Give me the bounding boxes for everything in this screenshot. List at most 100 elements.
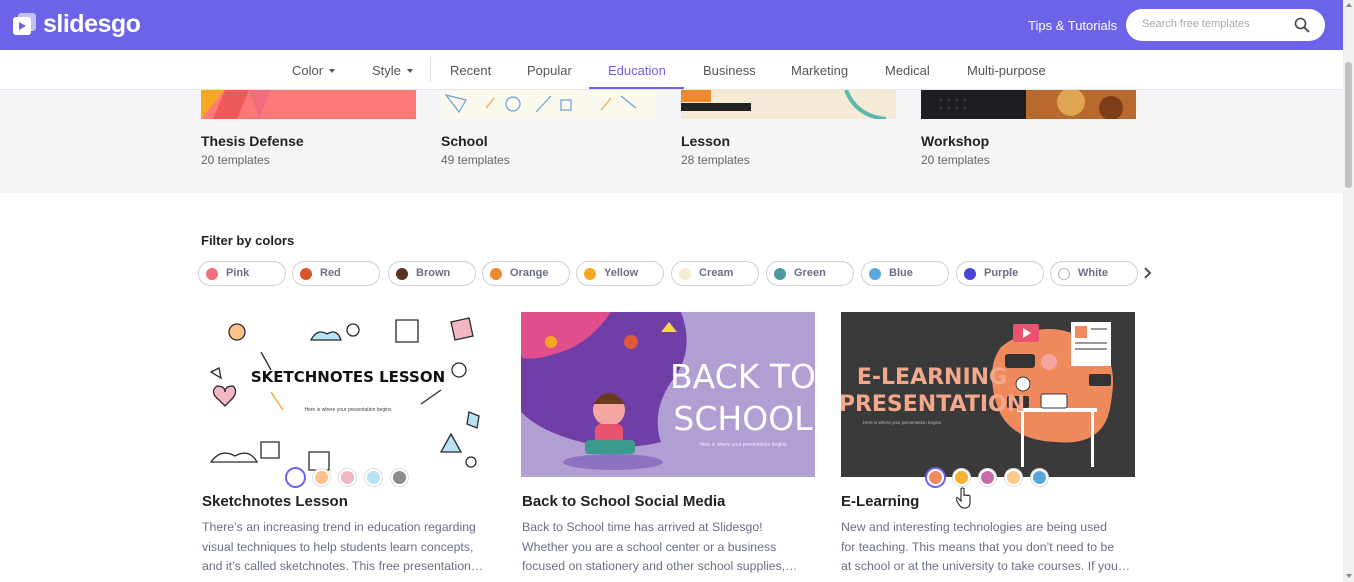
color-chip-label: Cream	[699, 267, 734, 279]
template-card-sketchnotes[interactable]: SKETCHNOTES LESSON Here is where your pr…	[201, 312, 495, 477]
tab-popular[interactable]: Popular	[527, 63, 572, 78]
color-dot	[396, 268, 408, 280]
color-dropdown[interactable]: Color	[292, 63, 336, 78]
color-chip-purple[interactable]: Purple	[956, 261, 1044, 286]
category-thumbnail	[441, 90, 656, 119]
template-thumbnail[interactable]: E-LEARNING PRESENTATION Here is where yo…	[841, 312, 1135, 477]
color-dot	[584, 268, 596, 280]
template-color-swatches-e-learning	[927, 469, 1048, 486]
category-card-workshop[interactable]: Workshop 20 templates	[921, 90, 1136, 167]
color-chip-cream[interactable]: Cream	[671, 261, 759, 286]
color-dropdown-label: Color	[292, 63, 324, 78]
template-thumbnail[interactable]: SKETCHNOTES LESSON Here is where your pr…	[201, 312, 495, 477]
scroll-down-arrow-icon[interactable]	[1346, 574, 1352, 578]
color-swatch[interactable]	[953, 469, 970, 486]
top-bar: slidesgo Tips & Tutorials Search free te…	[0, 0, 1343, 50]
color-chip-label: Pink	[226, 267, 250, 279]
template-image-title-line1: E-LEARNING	[857, 365, 1007, 390]
color-swatch[interactable]	[979, 469, 996, 486]
color-dot	[869, 268, 881, 280]
template-image-subtitle: Here is where your presentation begins	[863, 420, 942, 425]
category-band: Thesis Defense 20 templates School 49 te…	[0, 90, 1343, 193]
category-thumbnail	[201, 90, 416, 119]
style-dropdown[interactable]: Style	[372, 63, 413, 78]
category-name: Lesson	[681, 133, 731, 149]
page-scrollbar[interactable]	[1343, 0, 1354, 582]
caret-down-icon	[406, 69, 413, 73]
tab-marketing[interactable]: Marketing	[791, 63, 848, 78]
nav-divider	[430, 58, 431, 82]
template-description: New and interesting technologies are bei…	[841, 518, 1133, 577]
color-swatch[interactable]	[1005, 469, 1022, 486]
category-count: 20 templates	[201, 153, 270, 167]
color-dot	[1058, 268, 1070, 280]
color-chip-yellow[interactable]: Yellow	[576, 261, 664, 286]
color-chip-label: White	[1078, 267, 1108, 279]
category-count: 28 templates	[681, 153, 750, 167]
color-swatch[interactable]	[391, 469, 408, 486]
template-image-subtitle: Here is where your presentation begins	[305, 407, 392, 413]
color-dot	[964, 268, 976, 280]
template-title[interactable]: E-Learning	[841, 493, 919, 510]
category-name: School	[441, 133, 488, 149]
category-card-thesis-defense[interactable]: Thesis Defense 20 templates	[201, 90, 416, 167]
template-image-title: SKETCHNOTES LESSON	[251, 368, 445, 386]
category-count: 20 templates	[921, 153, 990, 167]
color-chip-label: Red	[320, 267, 341, 279]
tab-business[interactable]: Business	[703, 63, 756, 78]
scrollbar-thumb[interactable]	[1345, 62, 1352, 188]
style-dropdown-label: Style	[372, 63, 401, 78]
color-chip-label: Green	[794, 267, 826, 279]
category-name: Workshop	[921, 133, 990, 149]
color-chip-pink[interactable]: Pink	[198, 261, 286, 286]
color-swatch[interactable]	[287, 469, 304, 486]
color-chip-label: Brown	[416, 267, 451, 279]
category-count: 49 templates	[441, 153, 510, 167]
color-swatch[interactable]	[313, 469, 330, 486]
color-chip-white[interactable]: White	[1050, 261, 1138, 286]
tab-recent[interactable]: Recent	[450, 63, 491, 78]
category-name: Thesis Defense	[201, 133, 304, 149]
sub-navigation: Color Style Recent Popular Education Bus…	[0, 50, 1343, 90]
search-input[interactable]: Search free templates	[1142, 18, 1250, 30]
chevron-right-icon[interactable]	[1143, 265, 1153, 281]
slidesgo-logo[interactable]: slidesgo	[12, 10, 141, 38]
template-description: Back to School time has arrived at Slide…	[522, 518, 814, 577]
color-swatch[interactable]	[927, 469, 944, 486]
color-dot	[490, 268, 502, 280]
template-description-line: Back to School time has arrived at Slide…	[522, 520, 763, 534]
template-description-line: at school or at the university to take c…	[841, 559, 1131, 573]
active-tab-underline	[589, 87, 684, 89]
template-title[interactable]: Sketchnotes Lesson	[202, 493, 348, 510]
template-description-line: There’s an increasing trend in education…	[202, 520, 476, 534]
tab-multi-purpose[interactable]: Multi-purpose	[967, 63, 1046, 78]
template-description-line: for teaching. This means that you don’t …	[841, 539, 1115, 554]
brand-name: slidesgo	[43, 10, 141, 38]
color-swatch[interactable]	[365, 469, 382, 486]
color-chip-orange[interactable]: Orange	[482, 261, 570, 286]
template-description-line: Whether you are a school center or a bus…	[522, 539, 777, 554]
color-chip-brown[interactable]: Brown	[388, 261, 476, 286]
color-chip-red[interactable]: Red	[292, 261, 380, 286]
color-swatch[interactable]	[1031, 469, 1048, 486]
scroll-up-arrow-icon[interactable]	[1346, 3, 1352, 7]
color-chip-label: Orange	[510, 267, 549, 279]
template-thumbnail[interactable]: BACK TO SCHOOL Here is where your presen…	[521, 312, 815, 477]
template-title[interactable]: Back to School Social Media	[522, 493, 725, 510]
color-chip-label: Yellow	[604, 267, 639, 279]
search-icon[interactable]	[1294, 17, 1310, 33]
template-description-line: focused on stationery and other school s…	[522, 559, 798, 573]
color-swatch[interactable]	[339, 469, 356, 486]
tab-medical[interactable]: Medical	[885, 63, 930, 78]
category-card-school[interactable]: School 49 templates	[441, 90, 656, 167]
color-chip-blue[interactable]: Blue	[861, 261, 949, 286]
template-card-e-learning[interactable]: E-LEARNING PRESENTATION Here is where yo…	[841, 312, 1135, 477]
tab-education[interactable]: Education	[608, 63, 666, 78]
search-box[interactable]: Search free templates	[1126, 9, 1325, 41]
tips-tutorials-link[interactable]: Tips & Tutorials	[1028, 18, 1117, 33]
color-chip-label: Blue	[889, 267, 913, 279]
template-card-back-to-school[interactable]: BACK TO SCHOOL Here is where your presen…	[521, 312, 815, 477]
color-chip-green[interactable]: Green	[766, 261, 854, 286]
category-card-lesson[interactable]: Lesson 28 templates	[681, 90, 896, 167]
template-description-line: New and interesting technologies are bei…	[841, 520, 1107, 534]
